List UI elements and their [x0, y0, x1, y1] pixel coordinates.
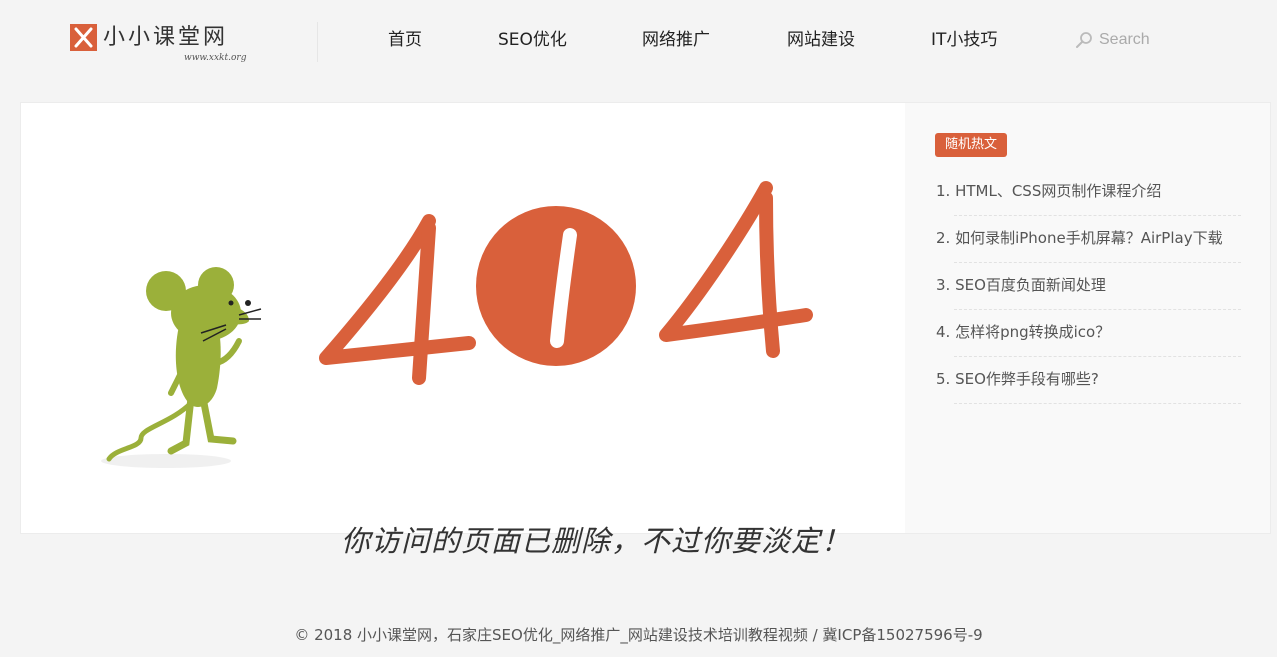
list-item: 3. SEO百度负面新闻处理	[936, 263, 1241, 310]
random-hot-badge: 随机热文	[935, 133, 1008, 157]
hot-article-link[interactable]: 1. HTML、CSS网页制作课程介绍	[936, 180, 1161, 201]
site-logo[interactable]: 小小课堂网 www.xxkt.org	[70, 22, 260, 66]
site-header: 小小课堂网 www.xxkt.org 首页 SEO优化 网络推广 网站建设 IT…	[0, 0, 1277, 82]
hot-article-link[interactable]: 5. SEO作弊手段有哪些?	[936, 368, 1099, 389]
list-item: 4. 怎样将png转换成ico？	[936, 310, 1241, 357]
mouse-illustration	[101, 267, 262, 468]
error-panel: 你访问的页面已删除，不过你要淡定！	[20, 102, 906, 558]
list-item: 2. 如何录制iPhone手机屏幕？AirPlay下载	[936, 216, 1241, 263]
logo-text: 小小课堂网	[103, 25, 229, 50]
list-item: 1. HTML、CSS网页制作课程介绍	[936, 169, 1241, 216]
hot-article-link[interactable]: 3. SEO百度负面新闻处理	[936, 274, 1106, 295]
header-divider	[317, 22, 318, 62]
hot-article-list: 1. HTML、CSS网页制作课程介绍 2. 如何录制iPhone手机屏幕？Ai…	[936, 169, 1241, 404]
nav-item-webdev[interactable]: 网站建设	[787, 28, 855, 52]
nav-item-promotion[interactable]: 网络推广	[642, 28, 710, 52]
error-code-graphic	[319, 181, 813, 385]
nav-item-it-tips[interactable]: IT小技巧	[931, 28, 997, 52]
error-message: 你访问的页面已删除，不过你要淡定！	[341, 524, 852, 558]
hot-article-link[interactable]: 2. 如何录制iPhone手机屏幕？AirPlay下载	[936, 227, 1223, 248]
sidebar: 随机热文 1. HTML、CSS网页制作课程介绍 2. 如何录制iPhone手机…	[905, 102, 1271, 534]
logo-mark-icon	[70, 24, 97, 51]
site-footer: © 2018 小小课堂网，石家庄SEO优化_网络推广_网站建设技术培训教程视频 …	[294, 626, 983, 644]
search-box	[1075, 28, 1195, 54]
search-icon[interactable]	[1075, 31, 1093, 49]
nav-item-home[interactable]: 首页	[388, 28, 422, 52]
search-input[interactable]	[1099, 28, 1189, 52]
hot-article-link[interactable]: 4. 怎样将png转换成ico？	[936, 321, 1110, 342]
error-illustration	[101, 181, 813, 468]
nav-item-seo[interactable]: SEO优化	[498, 28, 567, 52]
list-item: 5. SEO作弊手段有哪些?	[936, 357, 1241, 404]
logo-url: www.xxkt.org	[184, 53, 247, 63]
